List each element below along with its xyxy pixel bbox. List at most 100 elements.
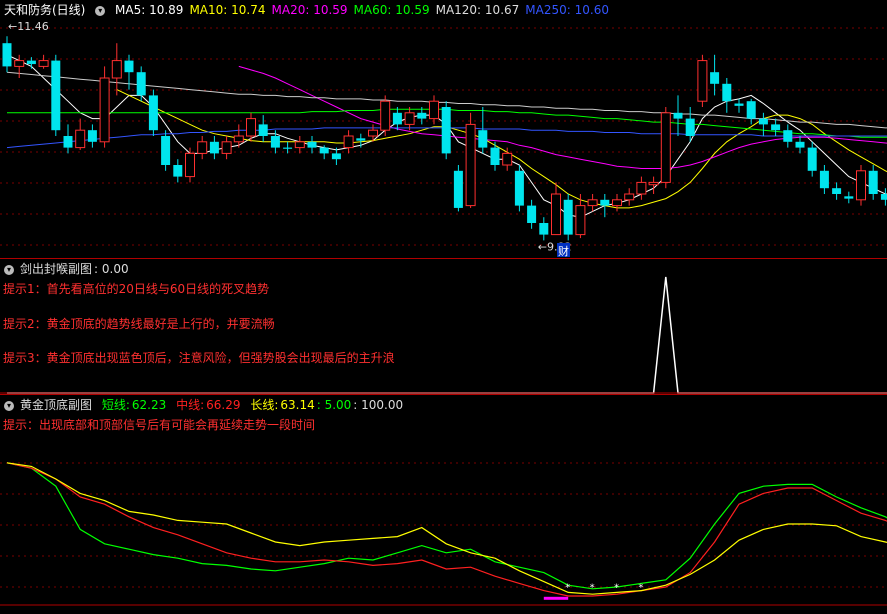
candle-body bbox=[685, 118, 695, 136]
candle-body bbox=[392, 112, 402, 125]
extra-value-1: : 5.00 bbox=[316, 398, 352, 412]
candle-body bbox=[514, 170, 524, 206]
candle-body bbox=[527, 205, 537, 223]
ma-label-2: MA20: 10.59 bbox=[271, 3, 348, 17]
candle-body bbox=[722, 83, 732, 102]
candle-body bbox=[490, 147, 500, 165]
candle-body bbox=[710, 72, 720, 84]
candle-body bbox=[404, 112, 415, 125]
candle-body bbox=[258, 124, 268, 136]
star-marker: * bbox=[565, 582, 570, 593]
bottom-signal-bar bbox=[543, 596, 569, 600]
candle-body bbox=[209, 141, 219, 154]
candle-body bbox=[148, 95, 158, 131]
sub1-header: ▾ 剑出封喉副图: 0.00 bbox=[4, 260, 135, 277]
kline-chart[interactable]: ←11.46←9.82财 bbox=[0, 0, 887, 258]
candle-body bbox=[2, 43, 12, 67]
candle-body bbox=[832, 188, 842, 194]
ma-label-5: MA250: 10.60 bbox=[525, 3, 609, 17]
candle-body bbox=[294, 141, 305, 149]
main-kline-panel[interactable]: ←11.46 ←9.82 财 天和防务(日线) ▾ MA5: 10.89 MA10: … bbox=[0, 0, 887, 258]
sub-panel-jianchu[interactable]: ▾ 剑出封喉副图: 0.00 提示1：首先看高位的20日线与60日线的死叉趋势 提… bbox=[0, 259, 887, 394]
long-value: 63.14 bbox=[280, 398, 315, 412]
candle-body bbox=[734, 103, 744, 106]
sub2-header: ▾ 黄金顶底副图 短线: 62.23 中线: 66.29 长线: 63.14: 5.00… bbox=[4, 396, 409, 413]
candle-body bbox=[771, 124, 781, 131]
candle-body bbox=[478, 130, 488, 148]
candle-body bbox=[368, 129, 378, 137]
candle-body bbox=[136, 72, 146, 96]
mid-line bbox=[6, 462, 887, 597]
candle-body bbox=[856, 170, 866, 201]
ma-label-3: MA60: 10.59 bbox=[353, 3, 430, 17]
candle-body bbox=[795, 141, 805, 148]
sub1-title: 剑出封喉副图 bbox=[20, 262, 93, 276]
candle-body bbox=[14, 60, 25, 67]
mid-value: 66.29 bbox=[206, 398, 241, 412]
ma-label-1: MA10: 10.74 bbox=[189, 3, 266, 17]
candle-body bbox=[75, 129, 86, 149]
star-marker: * bbox=[614, 582, 619, 593]
star-marker: * bbox=[590, 582, 595, 593]
candle-body bbox=[161, 136, 171, 165]
stock-title: 天和防务(日线) bbox=[4, 3, 86, 17]
candle-body bbox=[233, 135, 244, 143]
settings-circle-icon[interactable]: ▾ bbox=[4, 264, 14, 275]
candle-body bbox=[844, 196, 854, 199]
candle-body bbox=[868, 170, 878, 194]
candle-body bbox=[99, 77, 110, 143]
candle-body bbox=[697, 60, 708, 102]
short-label: 短线: bbox=[101, 398, 130, 412]
candle-body bbox=[319, 147, 329, 154]
main-header: 天和防务(日线) ▾ MA5: 10.89 MA10: 10.74 MA20: 10… bbox=[4, 1, 621, 18]
candle-body bbox=[502, 152, 513, 166]
candle-body bbox=[380, 100, 391, 131]
candle-body bbox=[417, 112, 427, 119]
candle-body bbox=[63, 136, 73, 148]
candle-body bbox=[551, 193, 561, 236]
candle-body bbox=[246, 118, 256, 137]
sub-panel-huangjin[interactable]: * * * * ▾ 黄金顶底副图 短线: 62.23 中线: 66.29 长线: 63.14:… bbox=[0, 395, 887, 614]
candle-body bbox=[453, 170, 463, 208]
short-value: 62.23 bbox=[131, 398, 167, 412]
candle-body bbox=[880, 194, 887, 200]
candle-body bbox=[197, 141, 208, 154]
candle-body bbox=[636, 181, 647, 195]
long-label: 长线: bbox=[250, 398, 279, 412]
candle-body bbox=[429, 100, 439, 120]
ma-line-MA10 bbox=[116, 89, 887, 209]
candle-body bbox=[624, 193, 635, 201]
candle-body bbox=[111, 60, 122, 79]
candle-body bbox=[600, 199, 610, 206]
candle-body bbox=[221, 141, 232, 154]
settings-circle-icon[interactable]: ▾ bbox=[4, 400, 14, 411]
candle-body bbox=[124, 60, 134, 73]
candle-body bbox=[26, 60, 36, 65]
candle-body bbox=[51, 60, 61, 131]
sub1-tip-3: 提示3：黄金顶底出现蓝色顶后，注意风险，但强势股会出现最后的主升浪 bbox=[3, 351, 395, 365]
candle-body bbox=[758, 118, 768, 125]
candle-body bbox=[673, 112, 683, 119]
long-line bbox=[6, 462, 887, 595]
ma-label-4: MA120: 10.67 bbox=[435, 3, 520, 17]
candle-body bbox=[783, 130, 793, 142]
candle-body bbox=[356, 138, 366, 141]
sub2-title: 黄金顶底副图 bbox=[20, 398, 93, 412]
candle-body bbox=[539, 223, 549, 235]
candle-body bbox=[38, 60, 49, 67]
dropdown-circle-icon[interactable]: ▾ bbox=[95, 5, 106, 16]
cai-badge: 财 bbox=[558, 244, 569, 258]
candle-body bbox=[807, 147, 817, 171]
candle-body bbox=[343, 135, 354, 149]
sub1-tip-2: 提示2：黄金顶底的趋势线最好是上行的，并要流畅 bbox=[3, 317, 275, 331]
sub1-tip-1: 提示1：首先看高位的20日线与60日线的死叉趋势 bbox=[3, 282, 270, 296]
short-line bbox=[6, 462, 887, 590]
candle-body bbox=[441, 107, 451, 154]
candle-body bbox=[87, 130, 97, 142]
candle-body bbox=[331, 153, 341, 160]
candle-body bbox=[563, 199, 573, 235]
star-marker: * bbox=[638, 582, 643, 593]
candle-body bbox=[283, 147, 293, 149]
candle-body bbox=[307, 141, 317, 148]
ma-label-0: MA5: 10.89 bbox=[115, 3, 184, 17]
